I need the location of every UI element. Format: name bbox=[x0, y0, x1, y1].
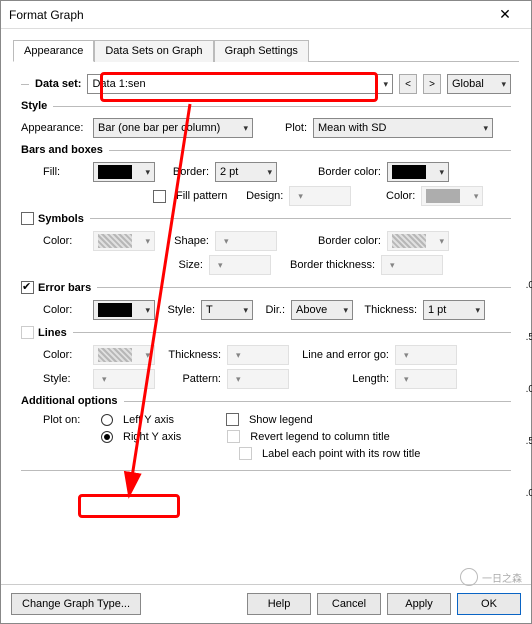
border-width-select[interactable]: 2 pt bbox=[215, 162, 277, 182]
pattern-color-select[interactable] bbox=[421, 186, 483, 206]
revert-label: Revert legend to column title bbox=[250, 431, 389, 443]
lines-checkbox[interactable] bbox=[21, 326, 34, 339]
dataset-value: Data 1:sen bbox=[92, 78, 145, 90]
revert-checkbox bbox=[227, 430, 240, 443]
bordercolor-label: Border color: bbox=[311, 166, 381, 178]
dataset-prev-button[interactable]: < bbox=[399, 74, 417, 94]
fill-swatch bbox=[98, 165, 132, 179]
eb-style-label: Style: bbox=[161, 304, 195, 316]
border-color-select[interactable] bbox=[387, 162, 449, 182]
lefty-radio[interactable] bbox=[101, 414, 113, 426]
addl-heading: Additional options bbox=[21, 395, 118, 407]
sym-borderthick-select[interactable] bbox=[381, 255, 443, 275]
labeleach-checkbox bbox=[239, 447, 252, 460]
eb-dir-select[interactable]: Above bbox=[291, 300, 353, 320]
sym-size-label: Size: bbox=[159, 259, 203, 271]
sym-shape-select[interactable] bbox=[215, 231, 277, 251]
sym-color-select[interactable] bbox=[93, 231, 155, 251]
close-icon[interactable]: ✕ bbox=[487, 6, 523, 23]
tab-settings[interactable]: Graph Settings bbox=[214, 40, 309, 62]
fill-label: Fill: bbox=[43, 166, 87, 178]
design-label: Design: bbox=[239, 190, 283, 202]
lefty-label: Left Y axis bbox=[123, 414, 174, 426]
ln-length-select[interactable] bbox=[395, 369, 457, 389]
ln-style-select[interactable] bbox=[93, 369, 155, 389]
sym-shape-label: Shape: bbox=[165, 235, 209, 247]
ln-go-select[interactable] bbox=[395, 345, 457, 365]
eb-color-label: Color: bbox=[43, 304, 87, 316]
symbols-heading: Symbols bbox=[38, 213, 84, 225]
symbols-checkbox[interactable] bbox=[21, 212, 34, 225]
showlegend-checkbox[interactable] bbox=[226, 413, 239, 426]
fillpattern-checkbox[interactable] bbox=[153, 190, 166, 203]
ln-pattern-label: Pattern: bbox=[161, 373, 221, 385]
ok-button[interactable]: OK bbox=[457, 593, 521, 615]
ln-thick-select[interactable] bbox=[227, 345, 289, 365]
change-graph-type-button[interactable]: Change Graph Type... bbox=[11, 593, 141, 615]
cancel-button[interactable]: Cancel bbox=[317, 593, 381, 615]
eb-style-select[interactable]: T bbox=[201, 300, 253, 320]
ln-color-select[interactable] bbox=[93, 345, 155, 365]
tab-datasets[interactable]: Data Sets on Graph bbox=[94, 40, 213, 62]
ln-style-label: Style: bbox=[43, 373, 87, 385]
border-label: Border: bbox=[165, 166, 209, 178]
sym-color-label: Color: bbox=[43, 235, 87, 247]
global-select[interactable]: Global bbox=[447, 74, 511, 94]
plot-label: Plot: bbox=[271, 122, 307, 134]
style-heading: Style bbox=[21, 100, 47, 112]
plot-select[interactable]: Mean with SD bbox=[313, 118, 493, 138]
ln-go-label: Line and error go: bbox=[295, 349, 389, 361]
dataset-select[interactable]: Data 1:sen bbox=[87, 74, 393, 94]
eb-thick-select[interactable]: 1 pt bbox=[423, 300, 485, 320]
ln-pattern-select[interactable] bbox=[227, 369, 289, 389]
watermark: 一日之森 bbox=[460, 568, 522, 586]
righty-radio[interactable] bbox=[101, 431, 113, 443]
dataset-label: Data set: bbox=[35, 78, 81, 90]
dataset-next-button[interactable]: > bbox=[423, 74, 441, 94]
design-select[interactable] bbox=[289, 186, 351, 206]
side-ticks: .0.5.0.5.0 bbox=[526, 260, 532, 520]
fill-color-select[interactable] bbox=[93, 162, 155, 182]
sym-bordercolor-select[interactable] bbox=[387, 231, 449, 251]
apply-button[interactable]: Apply bbox=[387, 593, 451, 615]
lines-heading: Lines bbox=[38, 327, 67, 339]
appearance-label: Appearance: bbox=[21, 122, 87, 134]
eb-thick-label: Thickness: bbox=[359, 304, 417, 316]
window-title: Format Graph bbox=[9, 8, 84, 22]
labeleach-label: Label each point with its row title bbox=[262, 448, 420, 460]
ln-thick-label: Thickness: bbox=[161, 349, 221, 361]
help-button[interactable]: Help bbox=[247, 593, 311, 615]
ploton-label: Plot on: bbox=[43, 414, 95, 426]
fillpattern-label: Fill pattern bbox=[176, 190, 227, 202]
bars-heading: Bars and boxes bbox=[21, 144, 103, 156]
errorbars-checkbox[interactable] bbox=[21, 281, 34, 294]
errorbars-heading: Error bars bbox=[38, 282, 91, 294]
pattern-color-label: Color: bbox=[375, 190, 415, 202]
sym-borderthick-label: Border thickness: bbox=[277, 259, 375, 271]
sym-bordercolor-label: Border color: bbox=[311, 235, 381, 247]
ln-color-label: Color: bbox=[43, 349, 87, 361]
tab-appearance[interactable]: Appearance bbox=[13, 40, 94, 62]
sym-size-select[interactable] bbox=[209, 255, 271, 275]
showlegend-label: Show legend bbox=[249, 414, 313, 426]
eb-color-select[interactable] bbox=[93, 300, 155, 320]
eb-dir-label: Dir.: bbox=[259, 304, 285, 316]
righty-label: Right Y axis bbox=[123, 431, 181, 443]
appearance-select[interactable]: Bar (one bar per column) bbox=[93, 118, 253, 138]
ln-length-label: Length: bbox=[295, 373, 389, 385]
